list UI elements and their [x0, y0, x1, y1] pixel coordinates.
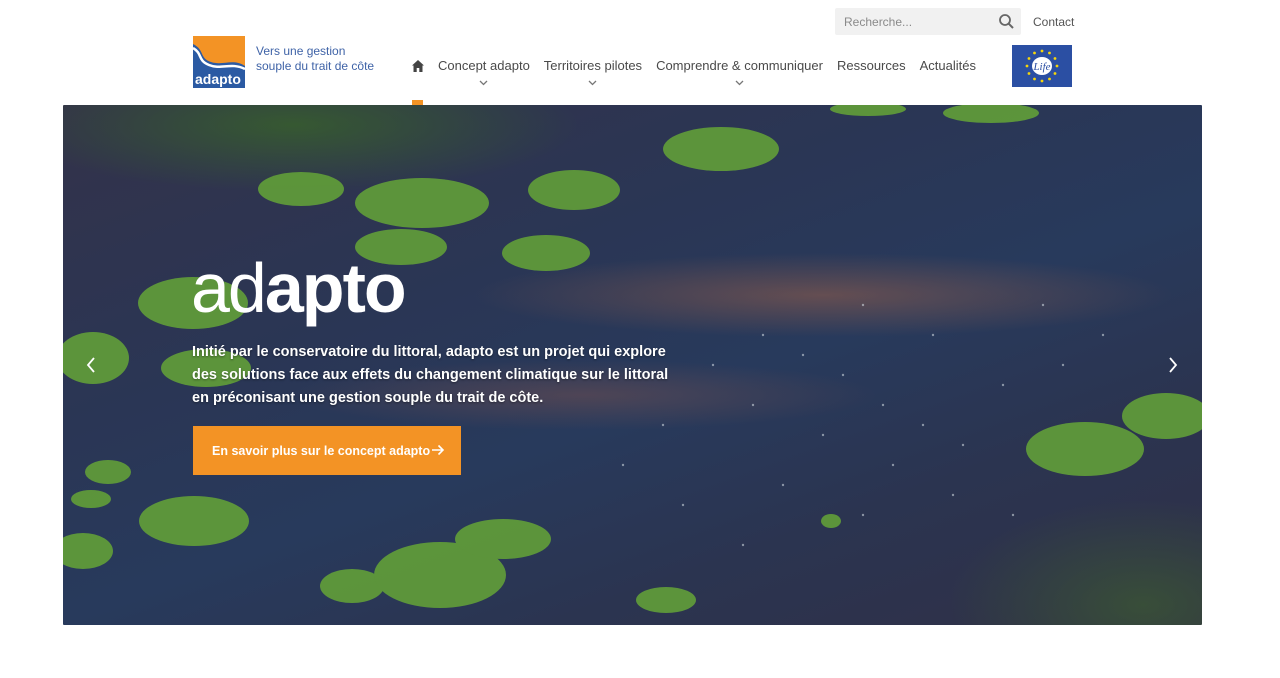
concept-adapto-cta-button[interactable]: En savoir plus sur le concept adapto	[193, 426, 461, 475]
life-logo-text: Life	[1032, 61, 1050, 73]
nav-item-concept-adapto[interactable]: Concept adapto	[438, 57, 530, 86]
nav-home[interactable]	[405, 57, 431, 105]
nav-item-comprendre-communiquer[interactable]: Comprendre & communiquer	[656, 57, 823, 86]
nav-item-label: Territoires pilotes	[543, 58, 643, 73]
chevron-right-icon	[1169, 357, 1178, 373]
cta-label: En savoir plus sur le concept adapto	[212, 443, 431, 458]
search-box	[835, 8, 1021, 35]
slider-prev-button[interactable]	[84, 355, 98, 375]
nav-item-label: Comprendre & communiquer	[656, 58, 823, 73]
eu-life-logo[interactable]: Life	[1012, 45, 1072, 87]
adapto-logo[interactable]: adapto	[193, 36, 245, 88]
chevron-left-icon	[86, 357, 95, 373]
main-nav: Concept adapto Territoires pilotes Compr…	[405, 57, 990, 105]
search-input[interactable]	[835, 8, 994, 35]
tagline-line-2: souple du trait de côte	[256, 59, 375, 73]
tagline: Vers une gestion souple du trait de côte	[256, 44, 374, 74]
nav-item-label: Ressources	[836, 58, 906, 73]
nav-item-label: Concept adapto	[438, 58, 530, 73]
hero-slider: adapto Initié par le conservatoire du li…	[63, 105, 1202, 625]
chevron-down-icon	[735, 80, 744, 86]
nav-item-label: Actualités	[919, 58, 976, 73]
home-icon	[412, 60, 424, 72]
nav-item-territoires-pilotes[interactable]: Territoires pilotes	[544, 57, 642, 86]
hero-adapto-logo: adapto	[191, 253, 407, 323]
tagline-line-1: Vers une gestion	[256, 44, 346, 58]
arrow-right-icon	[432, 444, 445, 456]
slider-next-button[interactable]	[1166, 355, 1180, 375]
hero-logo-bold: apto	[264, 249, 407, 327]
search-icon[interactable]	[998, 13, 1015, 30]
chevron-down-icon	[588, 80, 597, 86]
nav-item-ressources[interactable]: Ressources	[837, 57, 906, 75]
hero-description: Initié par le conservatoire du littoral,…	[192, 344, 669, 406]
contact-link[interactable]: Contact	[1033, 15, 1074, 29]
logo-text: adapto	[195, 71, 241, 87]
nav-item-actualites[interactable]: Actualités	[920, 57, 976, 75]
site-header: adapto Vers une gestion souple du trait …	[0, 0, 1280, 105]
hero-logo-thin: ad	[191, 249, 267, 327]
chevron-down-icon	[479, 80, 488, 86]
